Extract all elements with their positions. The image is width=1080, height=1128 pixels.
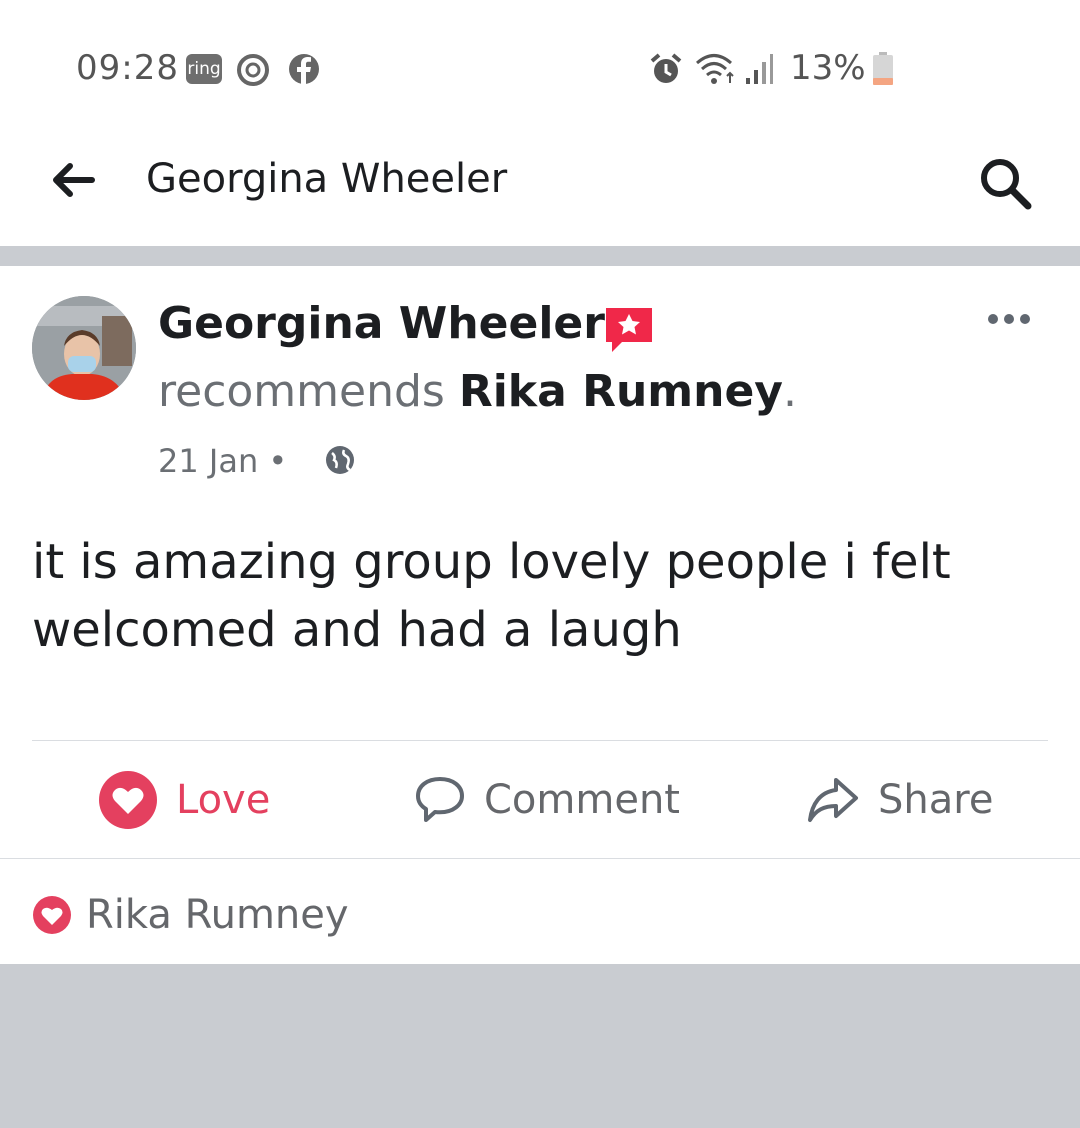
love-button[interactable]: Love xyxy=(98,766,270,834)
battery-percentage: 13% xyxy=(790,48,866,88)
post-body: it is amazing group lovely people i felt… xyxy=(32,534,951,658)
avatar-photo xyxy=(32,296,136,400)
recommendation-post: Georgina Wheeler recommends Rika Rumney.… xyxy=(0,266,1080,964)
comment-label: Comment xyxy=(484,777,680,823)
reaction-names: Rika Rumney xyxy=(86,892,349,938)
page-title: Georgina Wheeler xyxy=(146,156,508,202)
avatar[interactable] xyxy=(32,296,136,400)
back-arrow-icon[interactable] xyxy=(50,160,96,200)
divider xyxy=(32,740,1048,741)
love-label: Love xyxy=(176,777,271,823)
love-icon xyxy=(99,771,157,829)
divider xyxy=(0,858,1080,859)
recommends-text: recommends xyxy=(158,366,445,417)
post-meta: 21 Jan • xyxy=(158,442,287,480)
recommendation-line: recommends Rika Rumney. xyxy=(158,366,797,417)
facebook-icon xyxy=(289,54,319,84)
share-button[interactable]: Share xyxy=(806,766,993,834)
author-name[interactable]: Georgina Wheeler xyxy=(158,298,605,349)
love-reaction-icon xyxy=(33,896,71,934)
status-time: 09:28 xyxy=(76,48,179,88)
share-label: Share xyxy=(878,777,994,823)
signal-icon xyxy=(746,54,773,84)
alarm-icon xyxy=(650,53,682,83)
recommend-badge-icon xyxy=(606,308,652,352)
recommended-page-link[interactable]: Rika Rumney xyxy=(459,366,783,417)
ring-icon: ring xyxy=(186,54,222,84)
search-icon[interactable] xyxy=(978,156,1034,212)
battery-icon xyxy=(873,52,893,85)
top-area: 09:28 ring 13% Georgina Wheeler xyxy=(0,0,1080,246)
comment-icon xyxy=(416,777,464,822)
status-bar: 09:28 ring 13% xyxy=(0,40,1080,100)
reactions-summary[interactable]: Rika Rumney xyxy=(32,892,349,938)
meta-separator: • xyxy=(268,442,288,480)
more-icon[interactable] xyxy=(986,312,1032,326)
post-date[interactable]: 21 Jan xyxy=(158,442,258,480)
share-icon xyxy=(808,778,858,822)
recommendation-punct: . xyxy=(782,366,797,417)
wifi-icon xyxy=(696,54,734,84)
globe-icon xyxy=(326,446,354,474)
app-bar: Georgina Wheeler xyxy=(0,130,1080,230)
alexa-icon xyxy=(237,54,269,86)
comment-button[interactable]: Comment xyxy=(414,766,680,834)
